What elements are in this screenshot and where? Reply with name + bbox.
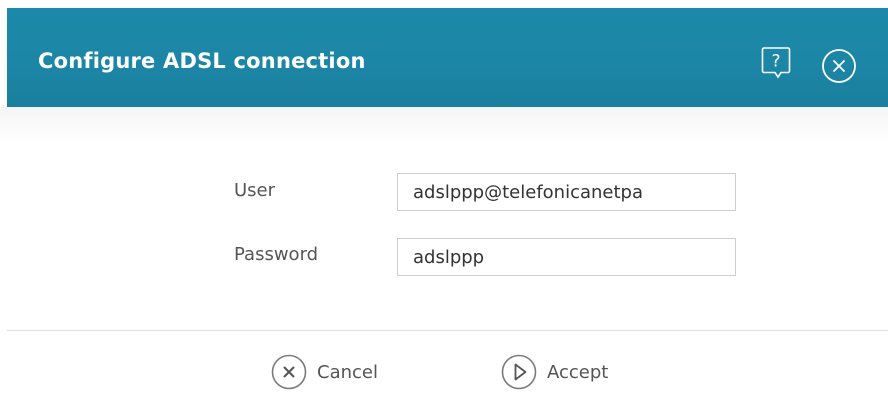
dialog-header: Configure ADSL connection ? — [7, 8, 888, 107]
close-icon — [822, 49, 856, 83]
play-icon — [501, 354, 537, 390]
password-input[interactable] — [397, 238, 736, 276]
configure-adsl-dialog: Configure ADSL connection ? User Passwor… — [0, 0, 888, 394]
help-icon: ? — [761, 47, 791, 79]
accept-label: Accept — [547, 361, 609, 383]
header-shadow — [0, 107, 888, 142]
cancel-label: Cancel — [317, 361, 378, 383]
cancel-icon — [271, 354, 307, 390]
dialog-title: Configure ADSL connection — [38, 49, 366, 73]
footer-divider — [7, 330, 888, 331]
close-button[interactable] — [821, 48, 857, 84]
svg-text:?: ? — [771, 52, 780, 72]
user-label: User — [234, 180, 276, 201]
accept-button[interactable]: Accept — [500, 352, 608, 392]
user-input[interactable] — [397, 173, 736, 211]
help-button[interactable]: ? — [761, 46, 791, 80]
cancel-button[interactable]: Cancel — [270, 352, 378, 392]
password-label: Password — [234, 244, 319, 265]
